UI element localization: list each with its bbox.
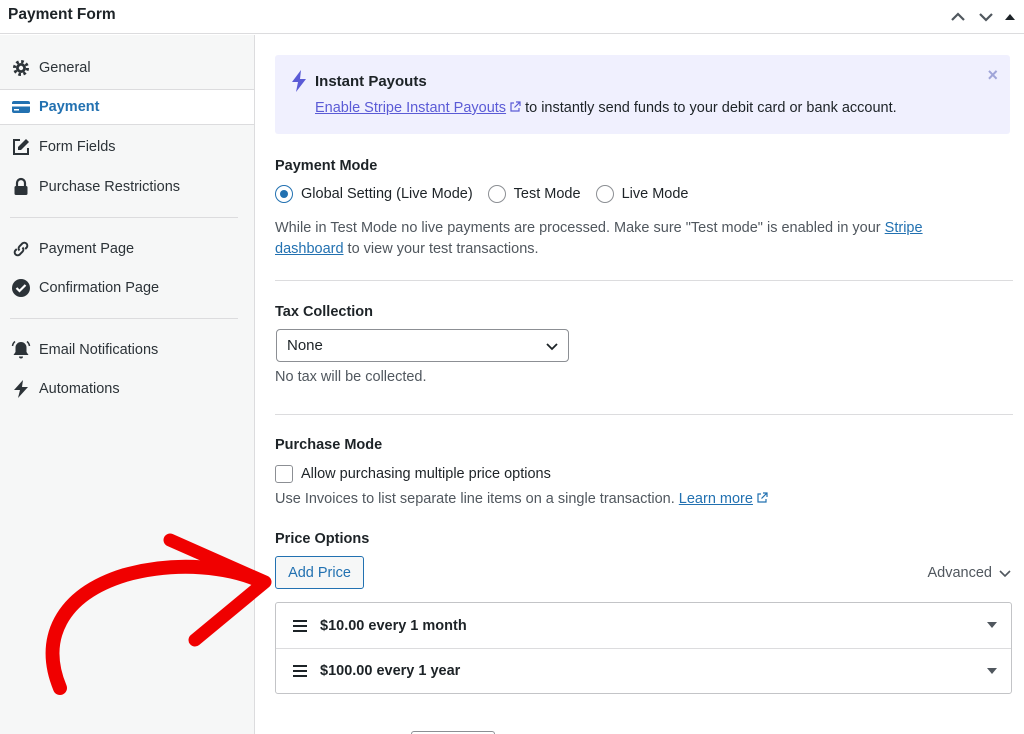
- sidebar-item-general[interactable]: General: [0, 50, 254, 86]
- sidebar-item-label: Form Fields: [39, 139, 116, 155]
- tax-collection-select[interactable]: None: [276, 329, 569, 362]
- payment-mode-help: While in Test Mode no live payments are …: [275, 218, 975, 260]
- credit-card-icon: [11, 97, 31, 117]
- chevron-down-icon: [999, 570, 1011, 578]
- notice-title: Instant Payouts: [315, 73, 427, 90]
- sidebar-item-label: General: [39, 60, 91, 76]
- notice-description: to instantly send funds to your debit ca…: [525, 100, 897, 116]
- payment-mode-options: Global Setting (Live Mode) Test Mode Liv…: [275, 185, 703, 203]
- purchase-mode-help: Use Invoices to list separate line items…: [275, 489, 768, 510]
- radio-test-mode[interactable]: Test Mode: [487, 185, 581, 203]
- window-title: Payment Form: [8, 6, 116, 23]
- price-option-label: $10.00 every 1 month: [320, 617, 467, 634]
- enable-instant-payouts-link[interactable]: Enable Stripe Instant Payouts: [315, 100, 506, 116]
- checkbox[interactable]: [275, 465, 293, 483]
- sidebar-item-payment[interactable]: Payment: [0, 89, 254, 125]
- section-divider: [275, 414, 1013, 415]
- help-text: While in Test Mode no live payments are …: [275, 220, 885, 236]
- sidebar-divider: [10, 318, 238, 319]
- sidebar-item-label: Confirmation Page: [39, 280, 160, 296]
- chevron-down-icon[interactable]: [975, 6, 997, 28]
- sidebar-item-label: Payment Page: [39, 241, 135, 257]
- title-bar: Payment Form: [0, 0, 1024, 34]
- sidebar-item-label: Automations: [39, 381, 120, 397]
- multiple-price-options-checkbox[interactable]: Allow purchasing multiple price options: [275, 465, 551, 483]
- radio-label: Live Mode: [621, 186, 689, 202]
- gear-icon: [11, 58, 31, 78]
- sidebar-item-label: Payment: [39, 99, 100, 115]
- link-icon: [11, 239, 31, 259]
- radio-indicator: [595, 185, 614, 203]
- sidebar-item-automations[interactable]: Automations: [0, 371, 254, 407]
- instant-payouts-notice: Instant Payouts Enable Stripe Instant Pa…: [275, 55, 1010, 134]
- expand-triangle-icon[interactable]: [987, 666, 997, 676]
- sidebar-divider: [10, 217, 238, 218]
- sidebar-item-form-fields[interactable]: Form Fields: [0, 129, 254, 165]
- sidebar-item-email-notifications[interactable]: Email Notifications: [0, 332, 254, 368]
- dashboard-link[interactable]: dashboard: [275, 241, 344, 257]
- price-options-list: $10.00 every 1 month $100.00 every 1 yea…: [275, 602, 1012, 694]
- radio-label: Test Mode: [513, 186, 581, 202]
- sidebar-item-label: Purchase Restrictions: [39, 179, 181, 195]
- bell-icon: [11, 340, 31, 360]
- advanced-toggle[interactable]: Advanced: [928, 565, 1013, 581]
- radio-live-mode[interactable]: Live Mode: [595, 185, 689, 203]
- purchase-mode-label: Purchase Mode: [275, 437, 383, 453]
- expand-triangle-icon[interactable]: [987, 620, 997, 630]
- radio-indicator: [275, 185, 293, 203]
- main-panel: Instant Payouts Enable Stripe Instant Pa…: [256, 35, 1024, 734]
- annotation-arrow: [45, 533, 272, 695]
- tax-collection-label: Tax Collection: [275, 304, 374, 320]
- price-option-row[interactable]: $100.00 every 1 year: [276, 648, 1011, 693]
- notice-text: Enable Stripe Instant Payouts to instant…: [315, 100, 897, 116]
- radio-label: Global Setting (Live Mode): [301, 186, 473, 202]
- price-option-label: $100.00 every 1 year: [320, 663, 461, 679]
- radio-indicator: [487, 185, 506, 203]
- close-icon[interactable]: ×: [987, 65, 998, 86]
- check-circle-icon: [11, 278, 31, 298]
- external-link-icon: [757, 492, 768, 503]
- select-value: None: [287, 337, 323, 354]
- price-option-row[interactable]: $10.00 every 1 month: [276, 603, 1011, 648]
- payment-mode-label: Payment Mode: [275, 158, 378, 174]
- tax-collection-help: No tax will be collected.: [275, 369, 427, 385]
- help-text: Use Invoices to list separate line items…: [275, 491, 675, 507]
- collapse-triangle-icon[interactable]: [999, 6, 1021, 28]
- sidebar-item-payment-page[interactable]: Payment Page: [0, 231, 254, 267]
- sidebar-item-confirmation-page[interactable]: Confirmation Page: [0, 270, 254, 306]
- chevron-down-icon: [546, 343, 558, 351]
- advanced-label: Advanced: [927, 565, 993, 581]
- sidebar-item-label: Email Notifications: [39, 342, 159, 358]
- external-link-icon: [510, 101, 521, 112]
- radio-global-setting[interactable]: Global Setting (Live Mode): [275, 185, 473, 203]
- learn-more-link[interactable]: Learn more: [679, 491, 753, 507]
- sidebar-item-purchase-restrictions[interactable]: Purchase Restrictions: [0, 169, 254, 205]
- stripe-link[interactable]: Stripe: [885, 220, 923, 236]
- bolt-icon: [292, 70, 306, 92]
- edit-icon: [11, 137, 31, 157]
- checkbox-label: Allow purchasing multiple price options: [301, 466, 551, 482]
- bolt-icon: [11, 379, 31, 399]
- chevron-up-icon[interactable]: [947, 6, 969, 28]
- section-divider: [275, 280, 1013, 281]
- help-text: to view your test transactions.: [343, 241, 539, 257]
- lock-icon: [11, 177, 31, 197]
